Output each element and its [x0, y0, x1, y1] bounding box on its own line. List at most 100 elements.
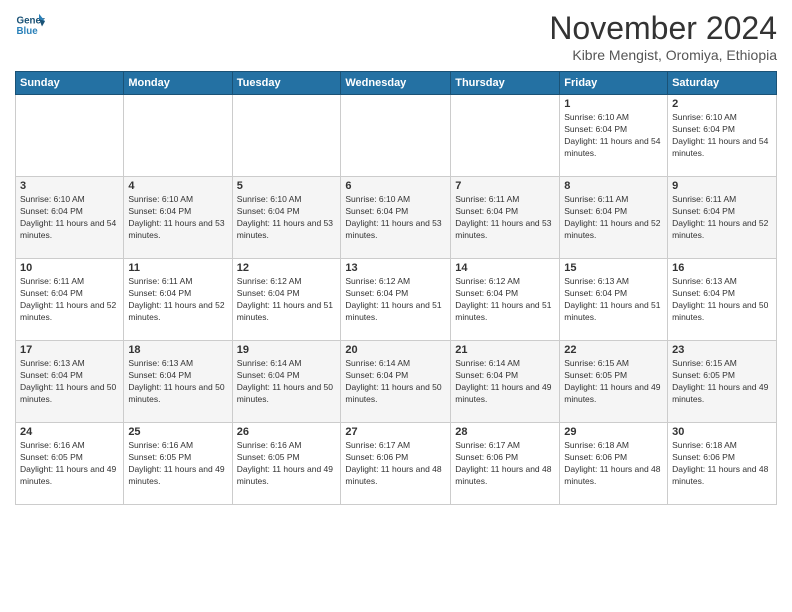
day-cell: 11Sunrise: 6:11 AM Sunset: 6:04 PM Dayli…	[124, 259, 232, 341]
day-cell: 10 Sunrise: 6:11 AM Sunset: 6:04 PM Dayli…	[16, 259, 124, 341]
day-number: 4	[128, 180, 227, 192]
day-number: 29	[564, 426, 663, 438]
week-row-3: 10 Sunrise: 6:11 AM Sunset: 6:04 PM Dayli…	[16, 259, 777, 341]
day-info: Sunrise: 6:14 AM Sunset: 6:04 PM Dayligh…	[455, 358, 555, 406]
logo-icon: General Blue	[15, 10, 45, 40]
day-cell: 20 Sunrise: 6:14 AM Sunset: 6:04 PM Dayli…	[341, 341, 451, 423]
day-cell: 4Sunrise: 6:10 AM Sunset: 6:04 PM Daylig…	[124, 177, 232, 259]
day-cell: 25 Sunrise: 6:16 AM Sunset: 6:05 PM Dayli…	[124, 423, 232, 505]
day-number: 9	[672, 180, 772, 192]
day-cell: 24Sunrise: 6:16 AM Sunset: 6:05 PM Dayli…	[16, 423, 124, 505]
day-number: 3	[20, 180, 119, 192]
day-number: 7	[455, 180, 555, 192]
day-cell	[232, 95, 341, 177]
day-cell: 26 Sunrise: 6:16 AM Sunset: 6:05 PM Dayli…	[232, 423, 341, 505]
day-number: 14	[455, 262, 555, 274]
day-cell: 9 Sunrise: 6:11 AM Sunset: 6:04 PM Daylig…	[668, 177, 777, 259]
page: General Blue November 2024 Kibre Mengist…	[0, 0, 792, 612]
day-info: Sunrise: 6:10 AM Sunset: 6:04 PM Dayligh…	[564, 112, 663, 160]
calendar-header: SundayMondayTuesdayWednesdayThursdayFrid…	[16, 72, 777, 95]
day-number: 2	[672, 98, 772, 110]
day-number: 21	[455, 344, 555, 356]
day-info: Sunrise: 6:10 AM Sunset: 6:04 PM Dayligh…	[237, 194, 337, 242]
day-info: Sunrise: 6:10 AM Sunset: 6:04 PM Dayligh…	[20, 194, 119, 242]
day-number: 25	[128, 426, 227, 438]
day-number: 5	[237, 180, 337, 192]
day-number: 10	[20, 262, 119, 274]
weekday-saturday: Saturday	[668, 72, 777, 95]
day-number: 16	[672, 262, 772, 274]
day-cell: 7 Sunrise: 6:11 AM Sunset: 6:04 PM Daylig…	[451, 177, 560, 259]
day-info: Sunrise: 6:16 AM Sunset: 6:05 PM Dayligh…	[237, 440, 337, 488]
day-cell: 29Sunrise: 6:18 AM Sunset: 6:06 PM Dayli…	[560, 423, 668, 505]
day-cell: 30Sunrise: 6:18 AM Sunset: 6:06 PM Dayli…	[668, 423, 777, 505]
day-cell: 6Sunrise: 6:10 AM Sunset: 6:04 PM Daylig…	[341, 177, 451, 259]
day-number: 27	[345, 426, 446, 438]
month-title: November 2024	[549, 10, 777, 47]
day-cell: 21 Sunrise: 6:14 AM Sunset: 6:04 PM Dayli…	[451, 341, 560, 423]
day-cell: 14 Sunrise: 6:12 AM Sunset: 6:04 PM Dayli…	[451, 259, 560, 341]
day-info: Sunrise: 6:11 AM Sunset: 6:04 PM Dayligh…	[20, 276, 119, 324]
weekday-tuesday: Tuesday	[232, 72, 341, 95]
day-info: Sunrise: 6:14 AM Sunset: 6:04 PM Dayligh…	[237, 358, 337, 406]
day-number: 20	[345, 344, 446, 356]
title-section: November 2024 Kibre Mengist, Oromiya, Et…	[549, 10, 777, 63]
day-number: 1	[564, 98, 663, 110]
weekday-monday: Monday	[124, 72, 232, 95]
day-cell: 5 Sunrise: 6:10 AM Sunset: 6:04 PM Daylig…	[232, 177, 341, 259]
header: General Blue November 2024 Kibre Mengist…	[15, 10, 777, 63]
day-info: Sunrise: 6:10 AM Sunset: 6:04 PM Dayligh…	[672, 112, 772, 160]
week-row-2: 3 Sunrise: 6:10 AM Sunset: 6:04 PM Daylig…	[16, 177, 777, 259]
day-number: 18	[128, 344, 227, 356]
day-number: 17	[20, 344, 119, 356]
day-info: Sunrise: 6:11 AM Sunset: 6:04 PM Dayligh…	[564, 194, 663, 242]
week-row-1: 1 Sunrise: 6:10 AM Sunset: 6:04 PM Daylig…	[16, 95, 777, 177]
day-cell: 18Sunrise: 6:13 AM Sunset: 6:04 PM Dayli…	[124, 341, 232, 423]
weekday-header-row: SundayMondayTuesdayWednesdayThursdayFrid…	[16, 72, 777, 95]
day-info: Sunrise: 6:12 AM Sunset: 6:04 PM Dayligh…	[455, 276, 555, 324]
day-number: 11	[128, 262, 227, 274]
calendar-body: 1 Sunrise: 6:10 AM Sunset: 6:04 PM Daylig…	[16, 95, 777, 505]
day-cell: 19 Sunrise: 6:14 AM Sunset: 6:04 PM Dayli…	[232, 341, 341, 423]
day-info: Sunrise: 6:15 AM Sunset: 6:05 PM Dayligh…	[672, 358, 772, 406]
logo: General Blue	[15, 10, 49, 40]
day-number: 22	[564, 344, 663, 356]
day-cell	[16, 95, 124, 177]
calendar: SundayMondayTuesdayWednesdayThursdayFrid…	[15, 71, 777, 505]
location: Kibre Mengist, Oromiya, Ethiopia	[549, 47, 777, 63]
day-info: Sunrise: 6:17 AM Sunset: 6:06 PM Dayligh…	[345, 440, 446, 488]
day-info: Sunrise: 6:16 AM Sunset: 6:05 PM Dayligh…	[128, 440, 227, 488]
day-info: Sunrise: 6:15 AM Sunset: 6:05 PM Dayligh…	[564, 358, 663, 406]
day-cell: 12 Sunrise: 6:12 AM Sunset: 6:04 PM Dayli…	[232, 259, 341, 341]
day-cell: 27 Sunrise: 6:17 AM Sunset: 6:06 PM Dayli…	[341, 423, 451, 505]
day-info: Sunrise: 6:13 AM Sunset: 6:04 PM Dayligh…	[20, 358, 119, 406]
day-number: 28	[455, 426, 555, 438]
weekday-thursday: Thursday	[451, 72, 560, 95]
day-number: 23	[672, 344, 772, 356]
day-number: 30	[672, 426, 772, 438]
day-number: 19	[237, 344, 337, 356]
day-info: Sunrise: 6:10 AM Sunset: 6:04 PM Dayligh…	[345, 194, 446, 242]
day-info: Sunrise: 6:12 AM Sunset: 6:04 PM Dayligh…	[237, 276, 337, 324]
day-info: Sunrise: 6:17 AM Sunset: 6:06 PM Dayligh…	[455, 440, 555, 488]
day-cell: 2 Sunrise: 6:10 AM Sunset: 6:04 PM Daylig…	[668, 95, 777, 177]
week-row-5: 24 Sunrise: 6:16 AM Sunset: 6:05 PM Dayli…	[16, 423, 777, 505]
day-cell: 28 Sunrise: 6:17 AM Sunset: 6:06 PM Dayli…	[451, 423, 560, 505]
weekday-friday: Friday	[560, 72, 668, 95]
day-number: 13	[345, 262, 446, 274]
day-cell: 3 Sunrise: 6:10 AM Sunset: 6:04 PM Daylig…	[16, 177, 124, 259]
day-info: Sunrise: 6:11 AM Sunset: 6:04 PM Dayligh…	[672, 194, 772, 242]
day-number: 15	[564, 262, 663, 274]
day-info: Sunrise: 6:14 AM Sunset: 6:04 PM Dayligh…	[345, 358, 446, 406]
day-number: 12	[237, 262, 337, 274]
day-number: 24	[20, 426, 119, 438]
day-info: Sunrise: 6:13 AM Sunset: 6:04 PM Dayligh…	[672, 276, 772, 324]
day-number: 26	[237, 426, 337, 438]
day-cell	[451, 95, 560, 177]
day-cell: 13Sunrise: 6:12 AM Sunset: 6:04 PM Dayli…	[341, 259, 451, 341]
day-cell: 8Sunrise: 6:11 AM Sunset: 6:04 PM Daylig…	[560, 177, 668, 259]
day-cell	[341, 95, 451, 177]
day-cell: 1 Sunrise: 6:10 AM Sunset: 6:04 PM Daylig…	[560, 95, 668, 177]
day-cell: 15Sunrise: 6:13 AM Sunset: 6:04 PM Dayli…	[560, 259, 668, 341]
day-info: Sunrise: 6:11 AM Sunset: 6:04 PM Dayligh…	[455, 194, 555, 242]
